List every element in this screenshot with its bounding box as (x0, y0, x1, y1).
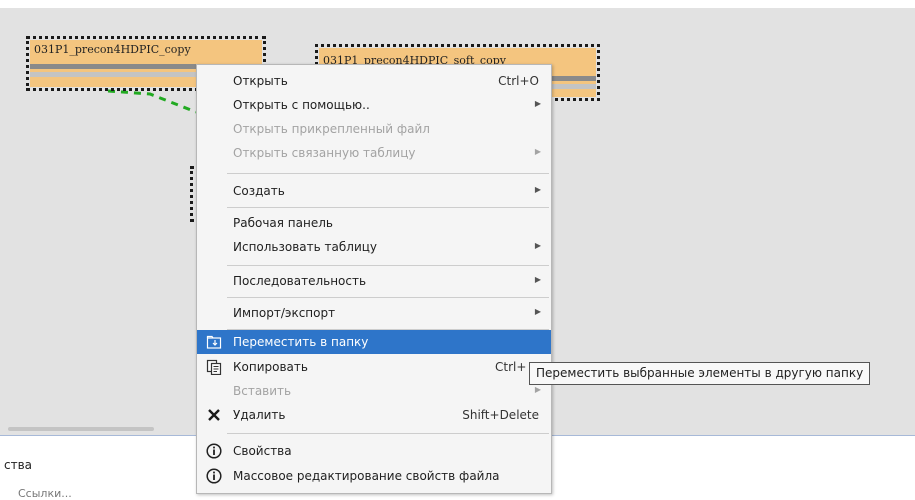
menu-item-copy[interactable]: Копировать Ctrl+ (197, 355, 551, 379)
menu-item-import-export[interactable]: Импорт/экспорт ▶ (197, 301, 551, 325)
submenu-arrow-icon: ▶ (534, 147, 541, 156)
menu-separator (227, 297, 549, 298)
info-icon (206, 468, 222, 484)
properties-panel-label: ства (4, 458, 33, 472)
submenu-arrow-icon: ▶ (534, 275, 541, 284)
submenu-arrow-icon: ▶ (534, 385, 541, 394)
properties-panel-sublabel: Ссылки... (18, 487, 72, 500)
shortcut-label: Ctrl+ (495, 360, 527, 374)
menu-item-move-to-folder[interactable]: Переместить в папку (197, 330, 551, 354)
delete-icon (208, 409, 220, 421)
menu-separator (227, 433, 549, 434)
menu-item-delete[interactable]: Удалить Shift+Delete (197, 403, 551, 427)
menu-item-open-attached-file[interactable]: Открыть прикрепленный файл (197, 117, 551, 141)
context-menu: Открыть Ctrl+O Открыть с помощью.. ▶ Отк… (196, 64, 552, 494)
menu-item-create[interactable]: Создать ▶ (197, 179, 551, 203)
menu-item-paste[interactable]: Вставить ▶ (197, 379, 551, 403)
submenu-arrow-icon: ▶ (534, 307, 541, 316)
move-to-folder-icon (206, 335, 222, 349)
shortcut-label: Ctrl+O (498, 74, 539, 88)
menu-item-open-with[interactable]: Открыть с помощью.. ▶ (197, 93, 551, 117)
tooltip: Переместить выбранные элементы в другую … (529, 362, 871, 385)
node-title: 031P1_precon4HDPIC_copy (34, 43, 191, 56)
info-icon (206, 443, 222, 459)
menu-item-open-linked-table[interactable]: Открыть связанную таблицу ▶ (197, 141, 551, 165)
submenu-arrow-icon: ▶ (534, 185, 541, 194)
menu-item-workspace[interactable]: Рабочая панель (197, 211, 551, 235)
submenu-arrow-icon: ▶ (534, 241, 541, 250)
copy-icon (206, 359, 222, 375)
menu-separator (227, 265, 549, 266)
menu-item-bulk-edit-properties[interactable]: Массовое редактирование свойств файла (197, 464, 551, 488)
menu-item-use-table[interactable]: Использовать таблицу ▶ (197, 235, 551, 259)
menu-item-sequence[interactable]: Последовательность ▶ (197, 269, 551, 293)
menu-separator (227, 207, 549, 208)
menu-item-open[interactable]: Открыть Ctrl+O (197, 69, 551, 93)
submenu-arrow-icon: ▶ (534, 99, 541, 108)
menu-separator (227, 173, 549, 174)
shortcut-label: Shift+Delete (462, 408, 539, 422)
menu-item-properties[interactable]: Свойства (197, 439, 551, 463)
canvas-horizontal-scrollbar[interactable] (8, 427, 154, 431)
